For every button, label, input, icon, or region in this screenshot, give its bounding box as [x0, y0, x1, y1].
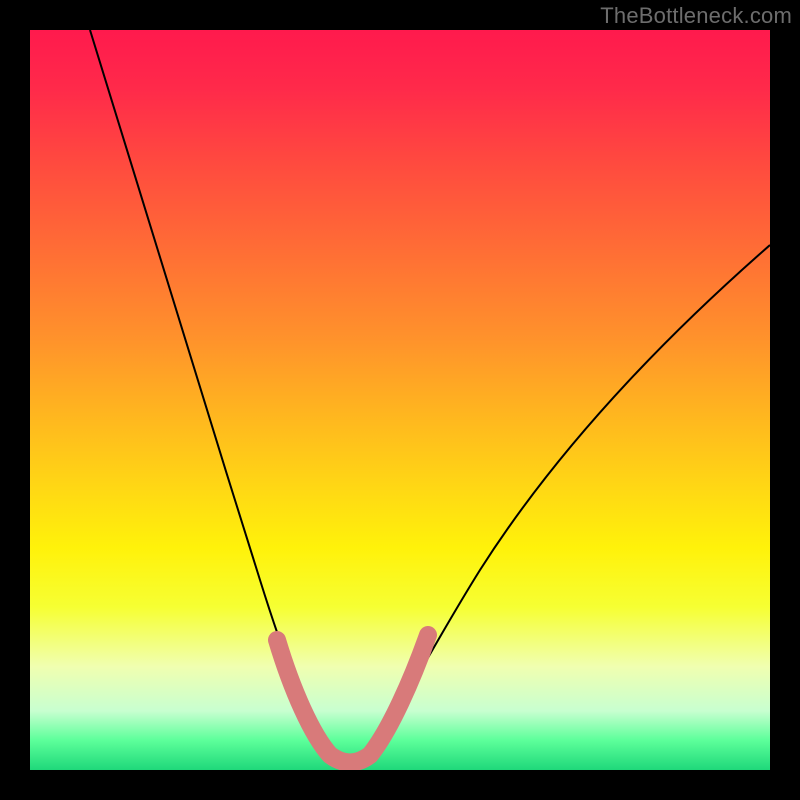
highlight-band [277, 635, 428, 763]
plot-area [30, 30, 770, 770]
chart-frame: TheBottleneck.com [0, 0, 800, 800]
bottleneck-curve-left [90, 30, 330, 755]
bottleneck-curve-right [370, 245, 770, 755]
watermark: TheBottleneck.com [600, 3, 792, 29]
curve-layer [30, 30, 770, 770]
